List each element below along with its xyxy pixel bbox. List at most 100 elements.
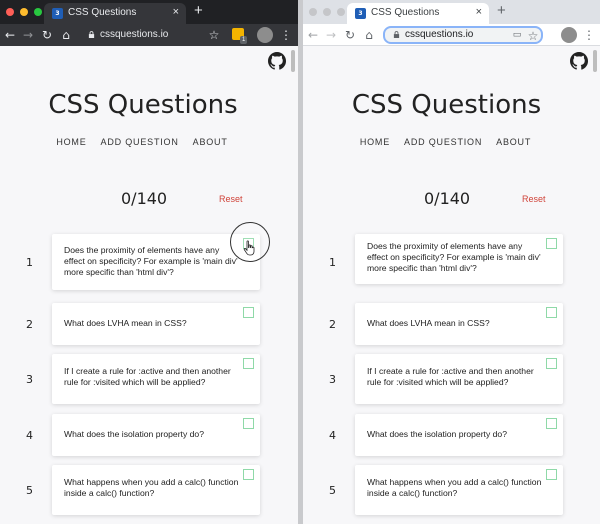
- question-card[interactable]: What does LVHA mean in CSS?: [52, 303, 260, 345]
- url-text: cssquestions.io: [405, 29, 474, 40]
- question-checkbox[interactable]: [243, 358, 254, 369]
- question-text: What does the isolation property do?: [64, 429, 204, 439]
- question-text: If I create a rule for :active and then …: [367, 366, 534, 387]
- question-text: What does LVHA mean in CSS?: [367, 318, 490, 328]
- question-number: 5: [26, 484, 33, 497]
- question-checkbox[interactable]: [546, 358, 557, 369]
- question-row: 4 What does the isolation property do?: [303, 414, 600, 470]
- forward-arrow-icon[interactable]: →: [323, 26, 339, 44]
- new-tab-button[interactable]: +: [194, 3, 203, 19]
- question-checkbox[interactable]: [243, 469, 254, 480]
- question-number: 2: [329, 318, 336, 331]
- address-bar[interactable]: cssquestions.io ▭ ☆: [383, 26, 543, 44]
- question-text: What happens when you add a calc() funct…: [367, 477, 542, 498]
- url-text: cssquestions.io: [100, 29, 169, 40]
- reset-button[interactable]: Reset: [219, 194, 243, 204]
- browser-window-left: 3 CSS Questions × + ← → ↻ ⌂ cssquestions…: [0, 0, 298, 524]
- browser-tab[interactable]: 3 CSS Questions ×: [347, 3, 489, 24]
- question-checkbox[interactable]: [546, 418, 557, 429]
- page-viewport: CSS Questions HOME ADD QUESTION ABOUT 0/…: [303, 46, 600, 524]
- question-row: 3 If I create a rule for :active and the…: [303, 354, 600, 410]
- question-card[interactable]: What does the isolation property do?: [355, 414, 563, 456]
- cast-icon[interactable]: ▭: [509, 26, 525, 44]
- question-card[interactable]: If I create a rule for :active and then …: [355, 354, 563, 404]
- score-counter: 0/140: [121, 189, 168, 208]
- css-favicon-icon: 3: [52, 8, 63, 19]
- home-icon[interactable]: ⌂: [361, 26, 377, 44]
- nav-about[interactable]: ABOUT: [193, 137, 228, 147]
- question-card[interactable]: What does the isolation property do?: [52, 414, 260, 456]
- question-number: 3: [329, 373, 336, 386]
- question-text: Does the proximity of elements have any …: [367, 241, 541, 273]
- page-title: CSS Questions: [351, 90, 542, 120]
- hand-pointer-icon: [243, 240, 255, 256]
- minimize-window-button[interactable]: [20, 8, 28, 16]
- question-row: 5 What happens when you add a calc() fun…: [303, 465, 600, 521]
- question-card[interactable]: What happens when you add a calc() funct…: [52, 465, 260, 515]
- question-card[interactable]: What does LVHA mean in CSS?: [355, 303, 563, 345]
- nav-home[interactable]: HOME: [360, 137, 390, 147]
- close-window-button[interactable]: [309, 8, 317, 16]
- question-text: What does LVHA mean in CSS?: [64, 318, 187, 328]
- question-card[interactable]: What happens when you add a calc() funct…: [355, 465, 563, 515]
- css-favicon-icon: 3: [355, 8, 366, 19]
- browser-menu-icon[interactable]: ⋮: [581, 26, 597, 44]
- question-checkbox[interactable]: [243, 418, 254, 429]
- back-arrow-icon[interactable]: ←: [305, 26, 321, 44]
- question-number: 4: [329, 429, 336, 442]
- reset-button[interactable]: Reset: [522, 194, 546, 204]
- back-arrow-icon[interactable]: ←: [2, 26, 18, 44]
- home-icon[interactable]: ⌂: [58, 26, 74, 44]
- reload-icon[interactable]: ↻: [39, 26, 55, 44]
- question-card[interactable]: Does the proximity of elements have any …: [52, 234, 260, 290]
- question-checkbox[interactable]: [546, 469, 557, 480]
- minimize-window-button[interactable]: [323, 8, 331, 16]
- tab-strip: 3 CSS Questions × +: [0, 0, 298, 24]
- tab-close-icon[interactable]: ×: [476, 5, 482, 19]
- question-card[interactable]: Does the proximity of elements have any …: [355, 234, 563, 284]
- question-number: 4: [26, 429, 33, 442]
- question-row: 3 If I create a rule for :active and the…: [0, 354, 298, 410]
- question-text: Does the proximity of elements have any …: [64, 245, 238, 277]
- lock-icon: [393, 31, 400, 38]
- question-row: 5 What happens when you add a calc() fun…: [0, 465, 298, 521]
- zoom-window-button[interactable]: [337, 8, 345, 16]
- browser-window-right: 3 CSS Questions × + ← → ↻ ⌂ cssquestions…: [303, 0, 600, 524]
- browser-tab[interactable]: 3 CSS Questions ×: [44, 3, 186, 24]
- reload-icon[interactable]: ↻: [342, 26, 358, 44]
- question-card[interactable]: If I create a rule for :active and then …: [52, 354, 260, 404]
- main-nav: HOME ADD QUESTION ABOUT: [303, 137, 600, 147]
- nav-add-question[interactable]: ADD QUESTION: [404, 137, 482, 147]
- nav-add-question[interactable]: ADD QUESTION: [101, 137, 179, 147]
- browser-menu-icon[interactable]: ⋮: [278, 26, 294, 44]
- github-icon[interactable]: [268, 52, 286, 70]
- scrollbar[interactable]: [291, 50, 295, 72]
- bookmark-star-icon[interactable]: ☆: [525, 27, 541, 45]
- question-row: 4 What does the isolation property do?: [0, 414, 298, 470]
- score-counter: 0/140: [424, 189, 471, 208]
- question-checkbox[interactable]: [546, 238, 557, 249]
- close-window-button[interactable]: [6, 8, 14, 16]
- github-icon[interactable]: [570, 52, 588, 70]
- page-title: CSS Questions: [48, 90, 238, 120]
- profile-avatar[interactable]: [561, 27, 577, 43]
- profile-avatar[interactable]: [257, 27, 273, 43]
- question-text: What does the isolation property do?: [367, 429, 507, 439]
- forward-arrow-icon[interactable]: →: [20, 26, 36, 44]
- question-number: 1: [26, 256, 33, 269]
- question-checkbox[interactable]: [546, 307, 557, 318]
- browser-toolbar: ← → ↻ ⌂ cssquestions.io ☆ 1 ⋮: [0, 24, 298, 46]
- tab-title: CSS Questions: [68, 7, 137, 18]
- new-tab-button[interactable]: +: [497, 3, 506, 19]
- tab-close-icon[interactable]: ×: [173, 5, 179, 19]
- question-checkbox[interactable]: [243, 307, 254, 318]
- bookmark-star-icon[interactable]: ☆: [206, 26, 222, 44]
- extension-icon[interactable]: 1: [232, 28, 248, 44]
- address-bar[interactable]: cssquestions.io: [80, 27, 200, 43]
- nav-about[interactable]: ABOUT: [496, 137, 531, 147]
- browser-toolbar: ← → ↻ ⌂ cssquestions.io ▭ ☆ ⋮: [303, 24, 600, 46]
- scrollbar[interactable]: [593, 50, 597, 72]
- nav-home[interactable]: HOME: [56, 137, 86, 147]
- page-viewport: CSS Questions HOME ADD QUESTION ABOUT 0/…: [0, 46, 298, 524]
- zoom-window-button[interactable]: [34, 8, 42, 16]
